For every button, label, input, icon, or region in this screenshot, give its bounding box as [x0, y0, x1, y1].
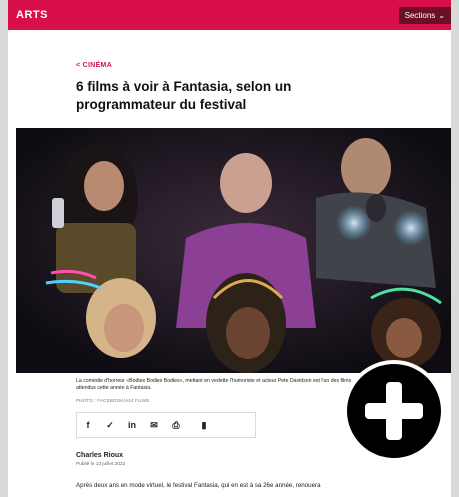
comments-icon[interactable]: ▮: [193, 413, 215, 437]
image-credit: PHOTO : FACEBOOK/A24 FILMS: [76, 398, 150, 403]
top-navigation-bar: ARTS Sections ⌄: [8, 0, 451, 30]
publish-date: Publié le 13 juillet 2022: [76, 462, 126, 467]
twitter-icon[interactable]: ✓: [99, 413, 121, 437]
image-caption: La comédie d'horreur «Bodies Bodies Bodi…: [76, 378, 352, 391]
hero-image-illustration: [16, 128, 451, 373]
print-icon[interactable]: ⎙: [165, 413, 187, 437]
plus-vertical-bar: [386, 382, 402, 440]
article-title: 6 films à voir à Fantasia, selon un prog…: [76, 79, 292, 112]
share-toolbar: f ✓ in ✉ ⎙ ▮: [76, 412, 256, 438]
sections-button-label: Sections: [404, 10, 436, 20]
sections-menu-button[interactable]: Sections ⌄: [398, 6, 451, 24]
section-title[interactable]: ARTS: [16, 9, 48, 21]
plus-icon[interactable]: [343, 360, 445, 462]
chevron-down-icon: ⌄: [438, 10, 445, 20]
author-name[interactable]: Charles Rioux: [76, 452, 123, 459]
linkedin-icon[interactable]: in: [121, 413, 143, 437]
email-icon[interactable]: ✉: [143, 413, 165, 437]
article-lead-paragraph: Après deux ans en mode virtuel, le festi…: [76, 482, 321, 489]
article-hero-image[interactable]: [16, 128, 451, 373]
facebook-icon[interactable]: f: [77, 413, 99, 437]
category-breadcrumb[interactable]: < CINÉMA: [76, 62, 112, 69]
